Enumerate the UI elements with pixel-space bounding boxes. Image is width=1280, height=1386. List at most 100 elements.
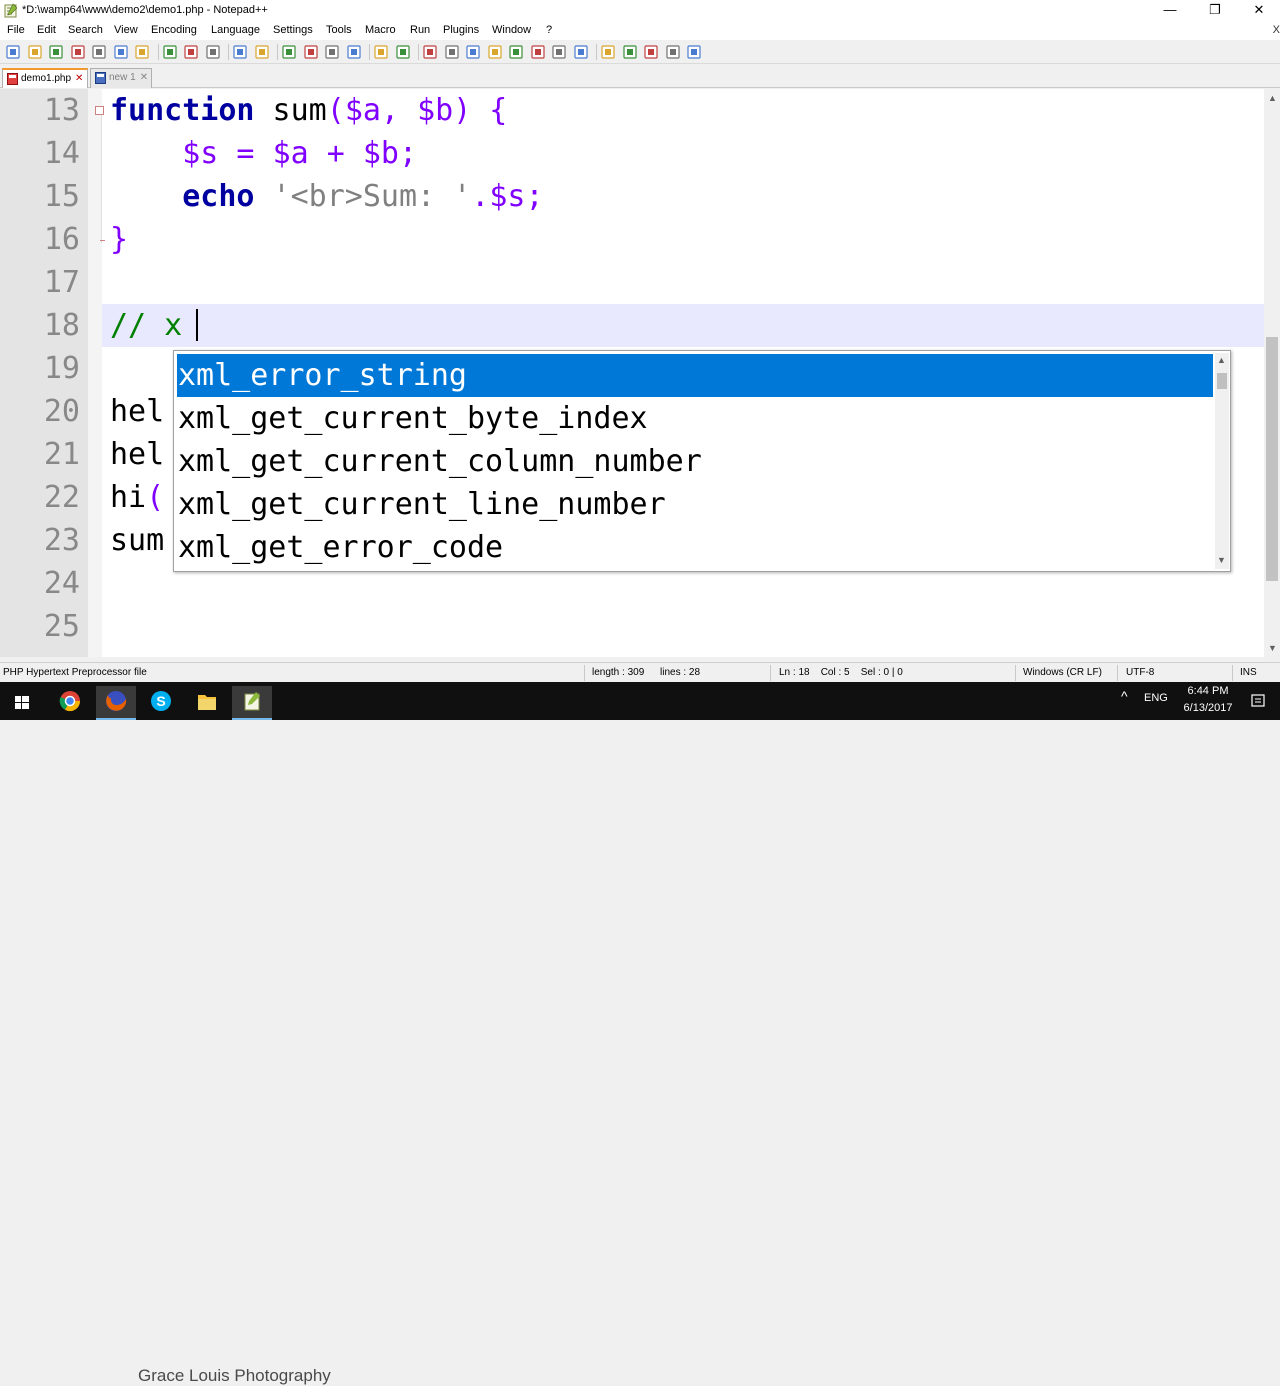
tab-demo1-php[interactable]: demo1.php ✕	[2, 68, 88, 88]
zoom-in-icon[interactable]	[324, 44, 340, 60]
code-line-15: echo '<br>Sum: '.$s;	[182, 179, 544, 214]
function-list-icon[interactable]	[530, 44, 546, 60]
find-icon[interactable]	[281, 44, 297, 60]
line-number: 14	[43, 136, 80, 171]
save-icon[interactable]	[48, 44, 64, 60]
sync-vertical-icon[interactable]	[373, 44, 389, 60]
menu-search[interactable]: Search	[68, 24, 103, 36]
sync-horizontal-icon[interactable]	[395, 44, 411, 60]
autocomplete-list[interactable]: xml_error_string xml_get_current_byte_in…	[173, 350, 1231, 572]
toolbar	[0, 40, 1280, 64]
input-language[interactable]: ENG	[1144, 692, 1168, 704]
scroll-up-icon[interactable]: ▲	[1217, 355, 1226, 365]
save-macro-icon[interactable]	[686, 44, 702, 60]
tab-new-1[interactable]: new 1 ✕	[90, 68, 152, 88]
autocomplete-scrollbar[interactable]: ▲ ▼	[1215, 353, 1229, 569]
cut-icon[interactable]	[162, 44, 178, 60]
monitoring-icon[interactable]	[573, 44, 589, 60]
tab-bar: demo1.php ✕ new 1 ✕	[0, 64, 1280, 88]
windows-start-icon[interactable]	[2, 686, 42, 720]
clock-time[interactable]: 6:44 PM	[1180, 685, 1236, 697]
autocomplete-scroll-thumb[interactable]	[1217, 373, 1227, 389]
run-macro-multiple-icon[interactable]	[665, 44, 681, 60]
menu-help[interactable]: ?	[546, 24, 552, 36]
indent-guide-icon[interactable]	[465, 44, 481, 60]
chrome-icon[interactable]	[50, 686, 90, 720]
close-document-button[interactable]: X	[1273, 24, 1280, 36]
notification-icon[interactable]	[1250, 693, 1266, 709]
maximize-button[interactable]: ❐	[1192, 0, 1238, 22]
open-file-icon[interactable]	[27, 44, 43, 60]
close-all-icon[interactable]	[113, 44, 129, 60]
show-all-chars-icon[interactable]	[444, 44, 460, 60]
undo-icon[interactable]	[232, 44, 248, 60]
skype-icon[interactable]: S	[141, 686, 181, 720]
line-number: 15	[43, 179, 80, 214]
copy-icon[interactable]	[183, 44, 199, 60]
tray-expand-icon[interactable]: ^	[1121, 688, 1128, 704]
autocomplete-item[interactable]: xml_get_error_code	[177, 526, 1213, 569]
firefox-icon[interactable]	[96, 686, 136, 720]
autocomplete-item[interactable]: xml_get_current_byte_index	[177, 397, 1213, 440]
saved-file-icon	[95, 72, 106, 84]
code-line-21: hel	[110, 437, 165, 472]
menu-settings[interactable]: Settings	[273, 24, 313, 36]
status-position: Ln : 18 Col : 5 Sel : 0 | 0	[779, 667, 903, 678]
define-language-icon[interactable]	[487, 44, 503, 60]
tab-close-icon[interactable]: ✕	[75, 73, 83, 84]
watermark-text: Grace Louis Photography	[138, 1366, 331, 1385]
save-all-icon[interactable]	[70, 44, 86, 60]
word-wrap-icon[interactable]	[422, 44, 438, 60]
folder-as-workspace-icon[interactable]	[551, 44, 567, 60]
status-separator	[584, 665, 585, 681]
menu-file[interactable]: File	[7, 24, 25, 36]
new-file-icon[interactable]	[5, 44, 21, 60]
menu-tools[interactable]: Tools	[326, 24, 352, 36]
autocomplete-item[interactable]: xml_error_string	[177, 354, 1213, 397]
menu-edit[interactable]: Edit	[37, 24, 56, 36]
line-number: 24	[43, 566, 80, 601]
fold-guide	[101, 111, 102, 243]
menu-macro[interactable]: Macro	[365, 24, 396, 36]
autocomplete-item[interactable]: xml_get_current_line_number	[177, 483, 1213, 526]
line-number: 21	[43, 437, 80, 472]
menu-plugins[interactable]: Plugins	[443, 24, 479, 36]
editor-vertical-scrollbar[interactable]: ▲ ▼	[1264, 89, 1280, 657]
menu-language[interactable]: Language	[211, 24, 260, 36]
fold-collapse-icon[interactable]	[95, 106, 104, 115]
menu-run[interactable]: Run	[410, 24, 430, 36]
record-macro-icon[interactable]	[600, 44, 616, 60]
code-line-18: // x	[110, 308, 183, 343]
stop-macro-icon[interactable]	[622, 44, 638, 60]
scroll-down-icon[interactable]: ▼	[1268, 643, 1277, 653]
minimize-button[interactable]: —	[1147, 0, 1193, 22]
code-line-13: function sum($a, $b) {	[110, 93, 508, 128]
tab-label: demo1.php	[21, 73, 72, 84]
file-explorer-icon[interactable]	[187, 686, 227, 720]
scroll-up-icon[interactable]: ▲	[1268, 93, 1277, 103]
notepadpp-icon[interactable]	[232, 686, 272, 720]
paste-icon[interactable]	[205, 44, 221, 60]
zoom-out-icon[interactable]	[346, 44, 362, 60]
tab-close-icon[interactable]: ✕	[140, 72, 148, 83]
menu-bar: File Edit Search View Encoding Language …	[0, 22, 1280, 40]
play-macro-icon[interactable]	[643, 44, 659, 60]
document-map-icon[interactable]	[508, 44, 524, 60]
fold-margin	[88, 89, 102, 657]
replace-icon[interactable]	[303, 44, 319, 60]
menu-window[interactable]: Window	[492, 24, 531, 36]
redo-icon[interactable]	[254, 44, 270, 60]
print-icon[interactable]	[134, 44, 150, 60]
close-icon[interactable]	[91, 44, 107, 60]
status-separator	[1232, 665, 1233, 681]
menu-view[interactable]: View	[114, 24, 138, 36]
line-number: 19	[43, 351, 80, 386]
autocomplete-item[interactable]: xml_get_current_column_number	[177, 440, 1213, 483]
taskbar: S Grace Louis Photography ^ ENG 6:44 PM …	[0, 682, 1280, 1385]
menu-encoding[interactable]: Encoding	[151, 24, 197, 36]
scroll-down-icon[interactable]: ▼	[1217, 555, 1226, 565]
editor-scroll-thumb[interactable]	[1266, 337, 1278, 581]
close-button[interactable]: ✕	[1236, 0, 1280, 22]
code-line-14: $s = $a + $b;	[182, 136, 418, 171]
clock-date[interactable]: 6/13/2017	[1176, 702, 1240, 714]
